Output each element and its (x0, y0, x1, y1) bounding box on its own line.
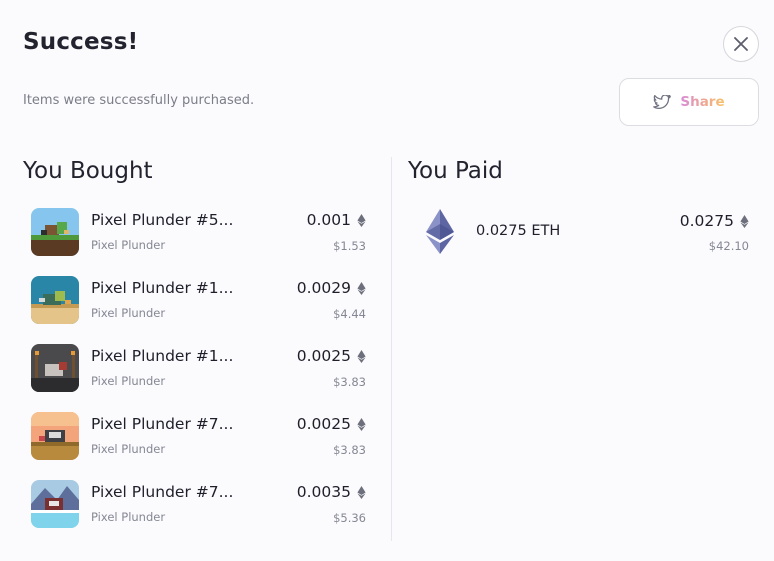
paid-row: 0.0275 ETH 0.0275 $42.10 (420, 207, 752, 255)
paid-price-value: 0.0275 (679, 212, 734, 230)
ethereum-icon (357, 281, 366, 295)
item-price-value: 0.0025 (296, 415, 351, 433)
item-collection: Pixel Plunder (91, 510, 166, 524)
twitter-icon (653, 94, 672, 109)
nft-thumbnail (31, 480, 79, 528)
paid-amount: 0.0275 ETH (476, 223, 561, 239)
item-usd-price: $3.83 (333, 375, 366, 389)
ethereum-icon (357, 349, 366, 363)
modal-subtitle: Items were successfully purchased. (23, 93, 255, 108)
share-button[interactable]: Share (619, 78, 759, 126)
you-paid-heading: You Paid (408, 158, 503, 184)
column-divider (391, 157, 392, 541)
ethereum-icon (357, 417, 366, 431)
ethereum-logo-icon (426, 209, 454, 254)
close-icon (734, 37, 748, 51)
purchase-success-modal: Success! Items were successfully purchas… (0, 0, 774, 561)
item-collection: Pixel Plunder (91, 442, 166, 456)
item-name: Pixel Plunder #7... (91, 415, 234, 433)
nft-thumbnail (31, 276, 79, 324)
item-usd-price: $5.36 (333, 511, 366, 525)
item-price-value: 0.001 (306, 211, 351, 229)
item-price: 0.0029 (297, 279, 366, 297)
item-name: Pixel Plunder #5... (91, 211, 234, 229)
bought-item[interactable]: Pixel Plunder #7... Pixel Plunder 0.0025… (31, 412, 371, 460)
item-collection: Pixel Plunder (91, 306, 166, 320)
item-name: Pixel Plunder #1... (91, 279, 234, 297)
bought-item[interactable]: Pixel Plunder #1... Pixel Plunder 0.0025… (31, 344, 371, 392)
item-price: 0.0035 (297, 483, 366, 501)
ethereum-icon (357, 213, 366, 227)
item-usd-price: $3.83 (333, 443, 366, 457)
bought-item[interactable]: Pixel Plunder #5... Pixel Plunder 0.001 … (31, 208, 371, 256)
item-price-value: 0.0025 (296, 347, 351, 365)
item-price: 0.0025 (297, 347, 366, 365)
item-price-value: 0.0029 (296, 279, 351, 297)
item-collection: Pixel Plunder (91, 374, 166, 388)
bought-item[interactable]: Pixel Plunder #7... Pixel Plunder 0.0035… (31, 480, 371, 528)
nft-thumbnail (31, 412, 79, 460)
item-name: Pixel Plunder #1... (91, 347, 234, 365)
you-bought-heading: You Bought (23, 158, 153, 184)
item-usd-price: $4.44 (333, 307, 366, 321)
share-label: Share (680, 94, 725, 110)
paid-usd-price: $42.10 (708, 239, 749, 253)
item-usd-price: $1.53 (333, 239, 366, 253)
item-price: 0.001 (307, 211, 366, 229)
item-price: 0.0025 (297, 415, 366, 433)
item-collection: Pixel Plunder (91, 238, 166, 252)
ethereum-icon (357, 485, 366, 499)
nft-thumbnail (31, 344, 79, 392)
item-name: Pixel Plunder #7... (91, 483, 234, 501)
ethereum-icon (740, 214, 749, 228)
modal-title: Success! (23, 29, 139, 55)
nft-thumbnail (31, 208, 79, 256)
paid-price: 0.0275 (680, 212, 749, 230)
item-price-value: 0.0035 (296, 483, 351, 501)
close-button[interactable] (723, 26, 759, 62)
bought-item[interactable]: Pixel Plunder #1... Pixel Plunder 0.0029… (31, 276, 371, 324)
